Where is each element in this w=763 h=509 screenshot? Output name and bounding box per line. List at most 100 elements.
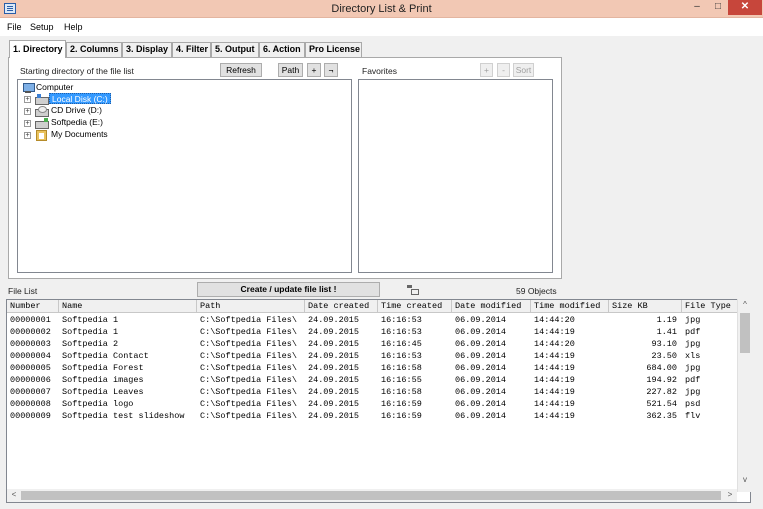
expand-icon[interactable]: + <box>24 108 31 115</box>
cell-time-created: 16:16:59 <box>381 411 422 421</box>
cell-path: C:\Softpedia Files\ <box>200 399 297 409</box>
cell-name: Softpedia logo <box>62 399 134 409</box>
tree-node-cd-drive[interactable]: CD Drive (D:) <box>51 105 102 116</box>
menu-setup[interactable]: Setup <box>30 22 54 32</box>
tree-node-computer[interactable]: Computer <box>36 82 73 93</box>
create-file-list-button[interactable]: Create / update file list ! <box>197 282 380 297</box>
refresh-button[interactable]: Refresh <box>220 63 262 77</box>
minimize-button[interactable]: – <box>686 0 708 15</box>
cell-name: Softpedia Contact <box>62 351 149 361</box>
cell-date-modified: 06.09.2014 <box>455 315 507 325</box>
horizontal-scroll-thumb[interactable] <box>21 491 721 500</box>
tab-directory[interactable]: 1. Directory <box>9 40 66 58</box>
table-row[interactable]: 00000006 Softpedia images C:\Softpedia Fil… <box>7 374 738 386</box>
cell-size-kb: 93.10 <box>651 339 677 349</box>
table-row[interactable]: 00000003 Softpedia 2 C:\Softpedia Files\ 24… <box>7 338 738 350</box>
table-row[interactable]: 00000007 Softpedia Leaves C:\Softpedia Fil… <box>7 386 738 398</box>
cell-number: 00000006 <box>10 375 51 385</box>
directory-tree[interactable]: Computer + Local Disk (C:) + CD Drive (D… <box>17 79 352 273</box>
cell-size-kb: 227.82 <box>646 387 677 397</box>
cell-date-modified: 06.09.2014 <box>455 375 507 385</box>
cell-date-created: 24.09.2015 <box>308 315 360 325</box>
column-time-modified[interactable]: Time modified <box>531 300 609 313</box>
scroll-down-icon[interactable]: v <box>738 475 752 484</box>
cell-time-created: 16:16:58 <box>381 387 422 397</box>
cell-date-modified: 06.09.2014 <box>455 327 507 337</box>
tree-node-softpedia-drive[interactable]: Softpedia (E:) <box>51 117 103 128</box>
cell-file-type: pdf <box>685 327 701 337</box>
cell-time-created: 16:16:53 <box>381 327 422 337</box>
tree-node-local-disk[interactable]: Local Disk (C:) <box>49 93 111 104</box>
tree-view-icon[interactable] <box>407 285 419 295</box>
maximize-button[interactable]: □ <box>708 0 728 15</box>
cell-name: Softpedia Forest <box>62 363 144 373</box>
favorite-add-button[interactable]: + <box>480 63 493 77</box>
tab-columns[interactable]: 2. Columns <box>66 42 122 57</box>
column-time-created[interactable]: Time created <box>378 300 452 313</box>
vertical-scroll-thumb[interactable] <box>740 313 750 353</box>
hard-drive-icon <box>35 94 49 105</box>
cell-file-type: xls <box>685 351 701 361</box>
cell-date-created: 24.09.2015 <box>308 327 360 337</box>
cell-name: Softpedia test slideshow <box>62 411 185 421</box>
expand-icon[interactable]: + <box>24 120 31 127</box>
file-list-table[interactable]: Number Name Path Date created Time creat… <box>6 299 751 503</box>
close-button[interactable]: ✕ <box>728 0 762 15</box>
cell-size-kb: 23.50 <box>651 351 677 361</box>
horizontal-scrollbar[interactable]: < > <box>7 489 737 502</box>
table-row[interactable]: 00000001 Softpedia 1 C:\Softpedia Files\ 24… <box>7 314 738 326</box>
menu-help[interactable]: Help <box>64 22 83 32</box>
tree-node-my-documents[interactable]: My Documents <box>51 129 108 140</box>
computer-icon <box>22 83 35 93</box>
scroll-right-icon[interactable]: > <box>723 490 737 499</box>
tab-display[interactable]: 3. Display <box>122 42 172 57</box>
cell-number: 00000001 <box>10 315 51 325</box>
cell-time-created: 16:16:45 <box>381 339 422 349</box>
removable-drive-icon <box>35 118 49 129</box>
tab-action[interactable]: 6. Action <box>259 42 305 57</box>
window-title: Directory List & Print <box>331 3 432 15</box>
table-row[interactable]: 00000005 Softpedia Forest C:\Softpedia Fil… <box>7 362 738 374</box>
cell-path: C:\Softpedia Files\ <box>200 363 297 373</box>
cell-time-modified: 14:44:19 <box>534 399 575 409</box>
favorite-remove-button[interactable]: - <box>497 63 510 77</box>
cell-path: C:\Softpedia Files\ <box>200 351 297 361</box>
table-row[interactable]: 00000004 Softpedia Contact C:\Softpedia Fi… <box>7 350 738 362</box>
favorite-sort-button[interactable]: Sort <box>513 63 534 77</box>
column-size-kb[interactable]: Size KB <box>609 300 682 313</box>
table-row[interactable]: 00000009 Softpedia test slideshow C:\Softp… <box>7 410 738 422</box>
tab-filter[interactable]: 4. Filter <box>172 42 211 57</box>
cell-date-modified: 06.09.2014 <box>455 387 507 397</box>
cell-file-type: flv <box>685 411 701 421</box>
cell-number: 00000007 <box>10 387 51 397</box>
column-number[interactable]: Number <box>7 300 59 313</box>
cell-time-created: 16:16:55 <box>381 375 422 385</box>
tab-pro-license[interactable]: Pro License <box>305 42 362 57</box>
expand-icon[interactable]: + <box>24 96 31 103</box>
vertical-scrollbar[interactable]: ^ v <box>737 299 751 492</box>
cell-name: Softpedia 1 <box>62 315 119 325</box>
tab-output[interactable]: 5. Output <box>211 42 259 57</box>
favorites-list[interactable] <box>358 79 553 273</box>
cell-date-created: 24.09.2015 <box>308 351 360 361</box>
column-file-type[interactable]: File Type <box>682 300 738 313</box>
cell-size-kb: 194.92 <box>646 375 677 385</box>
cell-date-modified: 06.09.2014 <box>455 399 507 409</box>
expand-icon[interactable]: + <box>24 132 31 139</box>
path-button[interactable]: Path <box>278 63 303 77</box>
cell-time-modified: 14:44:19 <box>534 363 575 373</box>
scroll-left-icon[interactable]: < <box>7 490 21 499</box>
column-path[interactable]: Path <box>197 300 305 313</box>
column-date-modified[interactable]: Date modified <box>452 300 531 313</box>
table-row[interactable]: 00000002 Softpedia 1 C:\Softpedia Files\ 24… <box>7 326 738 338</box>
add-directory-button[interactable]: + <box>307 63 321 77</box>
column-date-created[interactable]: Date created <box>305 300 378 313</box>
menu-file[interactable]: File <box>7 22 22 32</box>
column-name[interactable]: Name <box>59 300 197 313</box>
scroll-up-icon[interactable]: ^ <box>738 300 752 309</box>
table-row[interactable]: 00000008 Softpedia logo C:\Softpedia Files… <box>7 398 738 410</box>
cell-file-type: jpg <box>685 363 701 373</box>
cell-date-modified: 06.09.2014 <box>455 411 507 421</box>
exclude-directory-button[interactable]: ¬ <box>324 63 338 77</box>
cell-file-type: pdf <box>685 375 701 385</box>
